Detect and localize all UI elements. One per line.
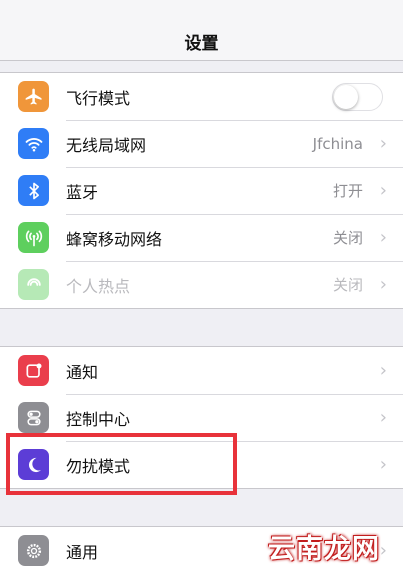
notification-icon <box>18 355 49 386</box>
cellular-label: 蜂窝移动网络 <box>66 229 163 249</box>
row-hotspot[interactable]: 个人热点 关闭 › <box>0 261 403 308</box>
chevron-right-icon: › <box>379 227 387 248</box>
wlan-label: 无线局域网 <box>66 135 147 155</box>
watermark: 云南龙网 <box>268 534 380 565</box>
chevron-right-icon: › <box>379 360 387 381</box>
settings-group-notifications: 通知 › 控制中心 › 勿扰模式 › <box>0 346 403 489</box>
row-cellular[interactable]: 蜂窝移动网络 关闭 › <box>0 214 403 261</box>
airplane-mode-toggle[interactable] <box>332 83 383 111</box>
moon-icon <box>18 449 49 480</box>
cellular-icon <box>18 222 49 253</box>
bluetooth-label: 蓝牙 <box>66 182 99 202</box>
row-control-center[interactable]: 控制中心 › <box>0 394 403 441</box>
hotspot-value: 关闭 <box>332 276 363 294</box>
general-label: 通用 <box>66 542 99 562</box>
chevron-right-icon: › <box>379 407 387 428</box>
notifications-label: 通知 <box>66 362 99 382</box>
toggle-knob <box>334 85 358 109</box>
control-center-icon <box>18 402 49 433</box>
hotspot-icon <box>18 269 49 300</box>
row-airplane-mode[interactable]: 飞行模式 <box>0 73 403 120</box>
chevron-right-icon: › <box>379 274 387 295</box>
settings-group-connectivity: 飞行模式 无线局域网 Jfchina › 蓝牙 打开 › 蜂窝移动网络 关闭 ›… <box>0 72 403 309</box>
chevron-right-icon: › <box>379 454 387 475</box>
chevron-right-icon: › <box>379 180 387 201</box>
bluetooth-icon <box>18 175 49 206</box>
hotspot-label: 个人热点 <box>66 276 131 296</box>
airplane-icon <box>18 81 49 112</box>
bluetooth-value: 打开 <box>332 182 363 200</box>
nav-bar: 设置 <box>0 22 403 61</box>
row-notifications[interactable]: 通知 › <box>0 347 403 394</box>
status-bar <box>0 0 403 22</box>
wifi-icon <box>18 128 49 159</box>
row-do-not-disturb[interactable]: 勿扰模式 › <box>0 441 403 488</box>
page-title: 设置 <box>184 33 219 54</box>
cellular-value: 关闭 <box>332 229 363 247</box>
wlan-value: Jfchina <box>312 134 363 153</box>
chevron-right-icon: › <box>379 540 387 561</box>
control-center-label: 控制中心 <box>66 409 131 429</box>
gear-icon <box>18 535 49 566</box>
row-bluetooth[interactable]: 蓝牙 打开 › <box>0 167 403 214</box>
row-wlan[interactable]: 无线局域网 Jfchina › <box>0 120 403 167</box>
do-not-disturb-label: 勿扰模式 <box>66 456 131 476</box>
chevron-right-icon: › <box>379 133 387 154</box>
airplane-mode-label: 飞行模式 <box>66 88 131 108</box>
